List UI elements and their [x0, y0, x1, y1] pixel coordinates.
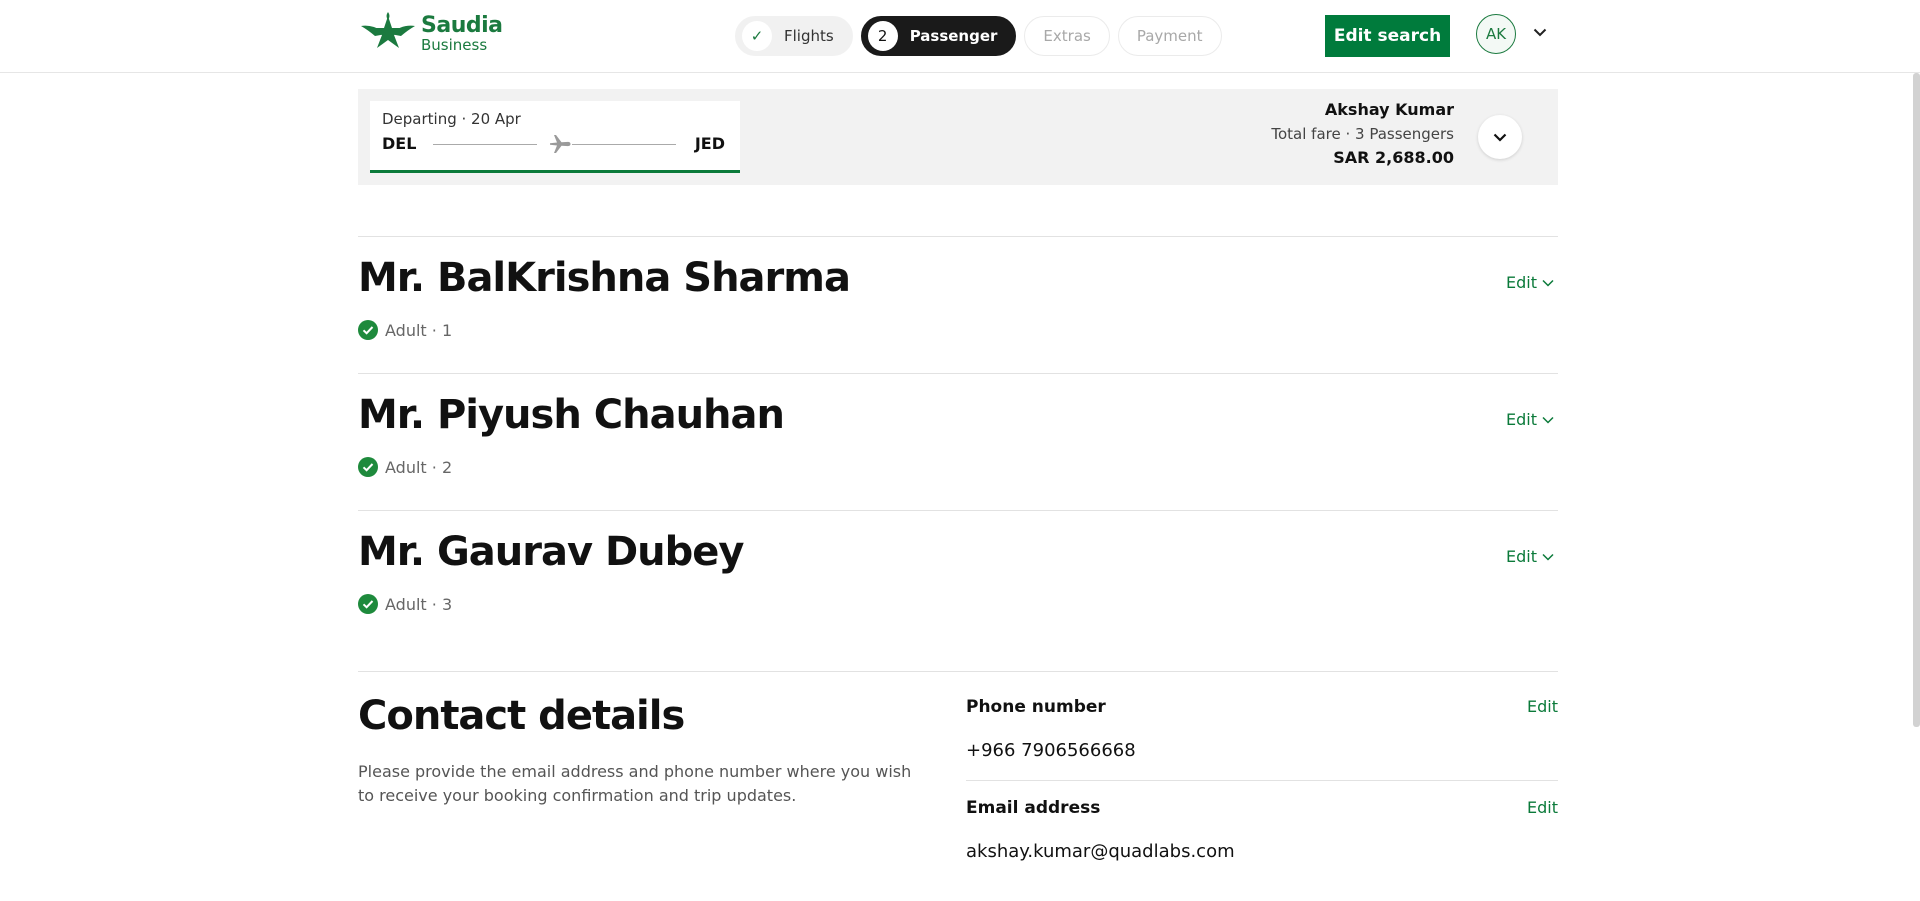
passenger-row: Mr. BalKrishna Sharma Adult · 1 Edit — [358, 237, 1558, 357]
route-line-left — [433, 144, 537, 145]
contact-description: Please provide the email address and pho… — [358, 762, 912, 805]
edit-label: Edit — [1506, 410, 1537, 429]
step-payment[interactable]: Payment — [1117, 16, 1222, 56]
fare-label: Total fare · 3 Passengers — [1271, 125, 1454, 143]
edit-passenger-button[interactable]: Edit — [1506, 410, 1554, 429]
step-passenger[interactable]: 2 Passenger — [860, 16, 1017, 56]
field-divider — [966, 780, 1558, 781]
fare-summary: Akshay Kumar Total fare · 3 Passengers S… — [1271, 100, 1454, 167]
chevron-down-icon[interactable] — [1530, 22, 1550, 42]
expand-summary-button[interactable] — [1478, 115, 1522, 159]
check-icon: ✓ — [742, 21, 772, 51]
step-label: Flights — [784, 27, 834, 45]
step-label: Extras — [1043, 27, 1091, 45]
passenger-name: Mr. Gaurav Dubey — [358, 529, 744, 575]
edit-label: Edit — [1506, 547, 1537, 566]
edit-search-button[interactable]: Edit search — [1325, 15, 1450, 57]
phone-label: Phone number — [966, 697, 1106, 717]
route-card[interactable]: Departing · 20 Apr DEL JED — [370, 101, 740, 173]
divider — [358, 671, 1558, 672]
page-scrollbar[interactable] — [1913, 73, 1920, 727]
passenger-row: Mr. Gaurav Dubey Adult · 3 Edit — [358, 511, 1558, 631]
departing-date: Departing · 20 Apr — [382, 110, 521, 128]
passenger-type: Adult · 3 — [385, 594, 453, 614]
email-value: akshay.kumar@quadlabs.com — [966, 841, 1235, 862]
phone-value: +966 7906566668 — [966, 740, 1136, 761]
step-flights[interactable]: ✓ Flights — [735, 16, 853, 56]
contact-title: Contact details — [358, 693, 685, 739]
saudia-business-logo[interactable]: Saudia Business — [359, 12, 503, 56]
passenger-name: Mr. BalKrishna Sharma — [358, 255, 851, 301]
email-label: Email address — [966, 798, 1101, 818]
edit-label: Edit — [1506, 273, 1537, 292]
step-number: 2 — [867, 21, 898, 51]
edit-phone-button[interactable]: Edit — [1527, 697, 1558, 716]
step-extras[interactable]: Extras — [1024, 16, 1110, 56]
chevron-down-icon — [1542, 553, 1554, 561]
top-header: Saudia Business ✓ Flights 2 Passenger Ex… — [0, 0, 1920, 73]
booking-stepper: ✓ Flights 2 Passenger Extras Payment — [735, 16, 1222, 56]
total-fare: SAR 2,688.00 — [1333, 148, 1454, 167]
trip-summary-bar: Departing · 20 Apr DEL JED Akshay Kumar … — [358, 89, 1558, 185]
brand-name: Saudia — [421, 13, 503, 38]
check-circle-icon — [358, 320, 378, 340]
edit-passenger-button[interactable]: Edit — [1506, 273, 1554, 292]
saudia-logo-icon — [361, 12, 415, 48]
chevron-down-icon — [1542, 416, 1554, 424]
chevron-down-icon — [1493, 133, 1507, 142]
airplane-icon — [550, 135, 571, 153]
step-label: Payment — [1136, 27, 1203, 45]
origin-code: DEL — [382, 134, 417, 153]
edit-passenger-button[interactable]: Edit — [1506, 547, 1554, 566]
check-circle-icon — [358, 457, 378, 477]
passenger-name: Mr. Piyush Chauhan — [358, 392, 785, 438]
passenger-type: Adult · 2 — [385, 457, 453, 477]
step-label: Passenger — [909, 27, 998, 45]
edit-email-button[interactable]: Edit — [1527, 798, 1558, 817]
route-line-right — [572, 144, 676, 145]
passenger-row: Mr. Piyush Chauhan Adult · 2 Edit — [358, 374, 1558, 494]
avatar[interactable]: AK — [1476, 14, 1516, 54]
brand-subtitle: Business — [421, 36, 488, 54]
destination-code: JED — [694, 134, 725, 153]
booker-name: Akshay Kumar — [1324, 100, 1454, 119]
chevron-down-icon — [1542, 279, 1554, 287]
check-circle-icon — [358, 594, 378, 614]
passenger-type: Adult · 1 — [385, 320, 453, 340]
